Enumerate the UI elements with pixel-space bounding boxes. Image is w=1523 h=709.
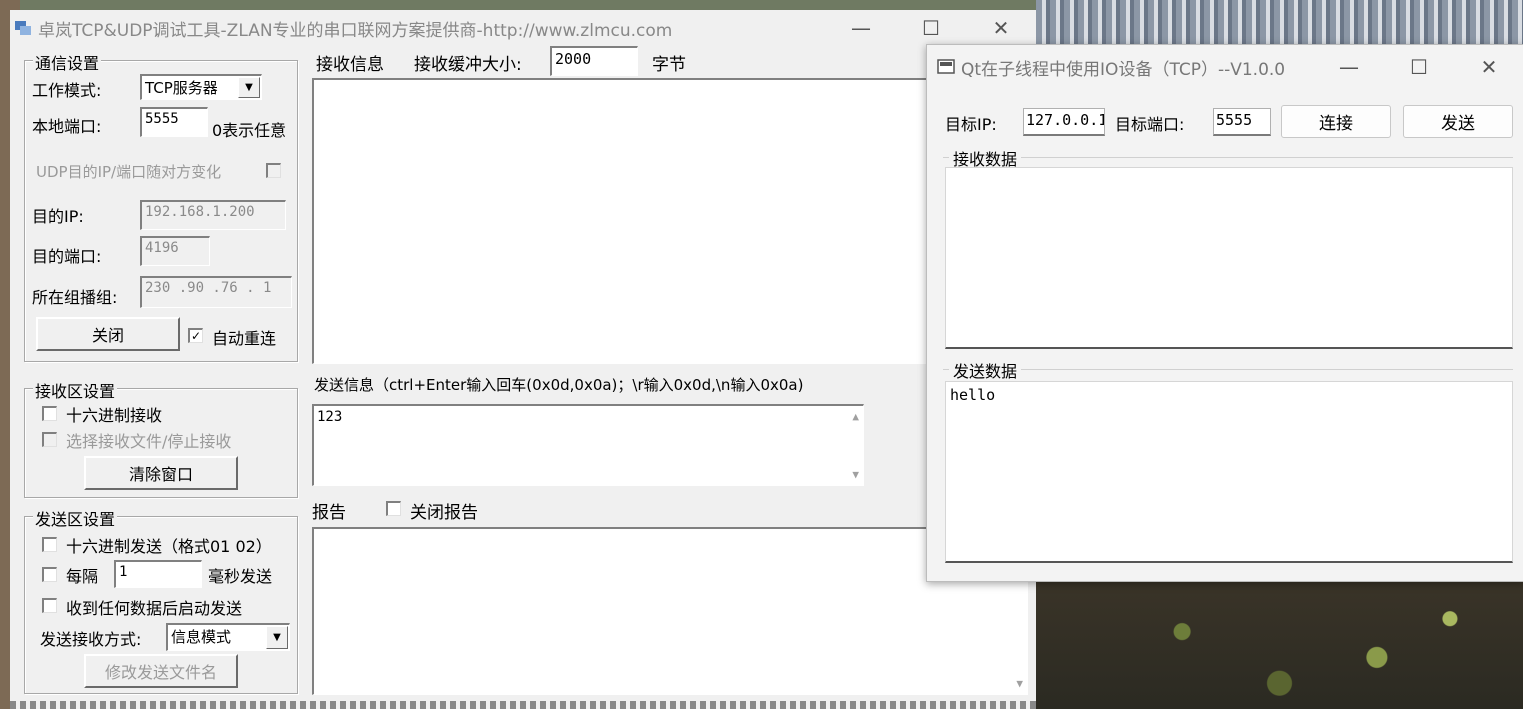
send-info-label: 发送信息（ctrl+Enter输入回车(0x0d,0x0a)；\r输入0x0d,… [314, 376, 804, 394]
connect-button[interactable]: 连接 [1281, 105, 1391, 138]
maximize-button[interactable]: ☐ [1384, 45, 1454, 89]
app-icon [15, 21, 31, 35]
minimize-button[interactable]: — [1314, 45, 1384, 89]
hex-recv-label: 十六进制接收 [66, 406, 163, 425]
desktop-background-building [1036, 0, 1523, 45]
recv-settings-title: 接收区设置 [33, 378, 118, 402]
send-on-recv-label: 收到任何数据后启动发送 [66, 599, 243, 618]
ms-send-label: 毫秒发送 [208, 567, 273, 586]
target-ip-label: 目标IP: [945, 115, 997, 134]
auto-reconnect-label: 自动重连 [212, 329, 277, 348]
send-on-recv-checkbox[interactable] [42, 598, 57, 613]
recv-data-group: 接收数据 [943, 146, 1513, 170]
hex-recv-checkbox[interactable] [42, 406, 57, 421]
multicast-label: 所在组播组: [32, 288, 118, 307]
work-mode-value: TCP服务器 [145, 79, 218, 97]
scroll-down-icon[interactable]: ▼ [852, 468, 859, 481]
multicast-input[interactable]: 230 .90 .76 . 1 [140, 276, 292, 308]
local-port-input[interactable]: 5555 [140, 107, 208, 137]
send-data-area[interactable]: hello [945, 381, 1513, 563]
clear-window-button[interactable]: 清除窗口 [84, 456, 238, 490]
close-button[interactable]: ✕ [1454, 45, 1523, 89]
target-port-input[interactable]: 5555 [1213, 108, 1271, 136]
dest-ip-label: 目的IP: [32, 207, 84, 226]
send-info-content: 123 [317, 409, 343, 425]
port-hint-label: 0表示任意 [212, 121, 287, 140]
send-mode-value: 信息模式 [171, 628, 232, 646]
dest-ip-input[interactable]: 192.168.1.200 [140, 200, 286, 230]
dest-port-label: 目的端口: [32, 247, 102, 266]
send-mode-label: 发送接收方式: [40, 630, 142, 649]
save-file-checkbox[interactable] [42, 432, 57, 447]
recv-data-area[interactable] [945, 167, 1513, 349]
send-interval-input[interactable]: 1 [114, 560, 202, 588]
qt-window-title: Qt在子线程中使用IO设备（TCP）--V1.0.0 [961, 59, 1286, 80]
chevron-down-icon[interactable]: ▼ [266, 626, 288, 649]
chevron-down-icon[interactable]: ▼ [238, 77, 260, 98]
recv-info-label: 接收信息 [316, 55, 384, 75]
recv-info-area[interactable] [312, 78, 932, 364]
timed-send-checkbox[interactable] [42, 567, 57, 582]
report-area[interactable]: ▼ [312, 527, 1028, 695]
local-port-label: 本地端口: [32, 117, 102, 136]
bytes-unit-label: 字节 [652, 55, 686, 75]
hex-send-checkbox[interactable] [42, 537, 57, 552]
send-data-group: 发送数据 [943, 358, 1513, 382]
save-file-label: 选择接收文件/停止接收 [66, 432, 232, 451]
close-button[interactable]: ✕ [966, 10, 1036, 46]
send-settings-title: 发送区设置 [33, 506, 118, 530]
work-mode-label: 工作模式: [32, 81, 102, 100]
send-button[interactable]: 发送 [1403, 105, 1513, 138]
send-data-title: 发送数据 [949, 358, 1022, 382]
status-bar [10, 701, 1036, 709]
udp-follow-checkbox[interactable] [266, 163, 281, 178]
work-mode-select[interactable]: TCP服务器 ▼ [140, 74, 262, 100]
auto-reconnect-checkbox[interactable]: ✓ [188, 328, 203, 343]
send-info-area[interactable]: 123 ▲ ▼ [312, 404, 864, 486]
qt-tcp-window: Qt在子线程中使用IO设备（TCP）--V1.0.0 — ☐ ✕ 目标IP: 1… [926, 44, 1523, 582]
dest-port-input[interactable]: 4196 [140, 236, 210, 266]
target-ip-input[interactable]: 127.0.0.1 [1023, 108, 1105, 136]
close-connection-button[interactable]: 关闭 [36, 317, 180, 351]
every-label: 每隔 [66, 567, 99, 586]
qt-titlebar[interactable]: Qt在子线程中使用IO设备（TCP）--V1.0.0 — ☐ ✕ [927, 45, 1523, 89]
close-report-label: 关闭报告 [410, 503, 478, 523]
desktop-background-trees [1036, 580, 1523, 709]
scroll-down-icon[interactable]: ▼ [1016, 677, 1023, 690]
udp-follow-label: UDP目的IP/端口随对方变化 [36, 163, 222, 181]
report-label: 报告 [312, 503, 346, 523]
recv-buffer-label: 接收缓冲大小: [414, 55, 522, 75]
recv-buffer-input[interactable]: 2000 [550, 46, 638, 76]
hex-send-label: 十六进制发送（格式01 02） [66, 537, 272, 556]
tool-window-title: 卓岚TCP&UDP调试工具-ZLAN专业的串口联网方案提供商-http://ww… [38, 20, 673, 41]
tool-titlebar[interactable]: 卓岚TCP&UDP调试工具-ZLAN专业的串口联网方案提供商-http://ww… [10, 10, 1036, 46]
target-port-label: 目标端口: [1115, 115, 1185, 134]
qt-app-icon [937, 59, 955, 74]
rename-send-file-button[interactable]: 修改发送文件名 [84, 654, 238, 688]
minimize-button[interactable]: — [826, 10, 896, 46]
send-mode-select[interactable]: 信息模式 ▼ [166, 623, 290, 651]
maximize-button[interactable]: ☐ [896, 10, 966, 46]
close-report-checkbox[interactable] [386, 501, 401, 516]
comm-settings-title: 通信设置 [33, 50, 102, 74]
scroll-up-icon[interactable]: ▲ [852, 410, 859, 423]
tcp-udp-tool-window: 卓岚TCP&UDP调试工具-ZLAN专业的串口联网方案提供商-http://ww… [10, 10, 1036, 709]
